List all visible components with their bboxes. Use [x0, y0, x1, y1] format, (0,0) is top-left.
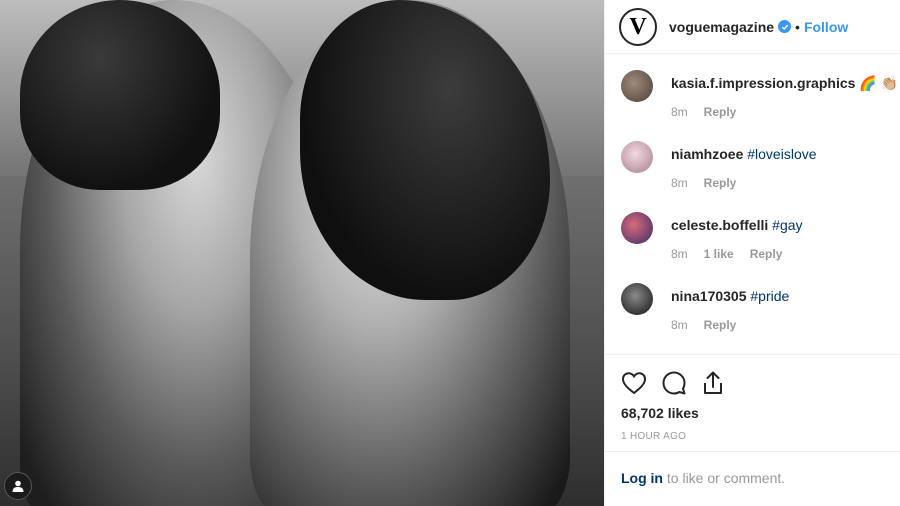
comment-text: 🌈 👏🏼 — [855, 75, 899, 91]
photo-hair-left — [20, 0, 220, 190]
comment-avatar[interactable] — [621, 70, 653, 102]
comment-time[interactable]: 8m — [671, 176, 688, 190]
like-count[interactable]: 68,702 likes — [621, 405, 884, 421]
comment-username[interactable]: nina170305 — [671, 288, 747, 304]
comments-fade — [605, 340, 900, 354]
comments-list[interactable]: kasia.f.impression.graphics 🌈 👏🏼 8m Repl… — [605, 54, 900, 354]
login-prompt-text: to like or comment. — [663, 470, 786, 486]
comment-reply-button[interactable]: Reply — [750, 247, 783, 261]
comment-username[interactable]: celeste.boffelli — [671, 217, 768, 233]
comment-reply-button[interactable]: Reply — [704, 176, 737, 190]
comment-time[interactable]: 8m — [671, 318, 688, 332]
post-header: V voguemagazine • Follow — [605, 0, 900, 54]
login-prompt: Log in to like or comment. — [605, 451, 900, 486]
comment-hashtag[interactable]: #loveislove — [743, 146, 816, 162]
comment-hashtag[interactable]: #pride — [747, 288, 789, 304]
comment-item: kasia.f.impression.graphics 🌈 👏🏼 8m Repl… — [605, 66, 900, 137]
comment-icon[interactable] — [661, 370, 687, 396]
post-actions: 68,702 likes 1 HOUR AGO Log in to like o… — [605, 354, 900, 506]
post-photo[interactable] — [0, 0, 604, 506]
comment-item: celeste.boffelli #gay 8m 1 like Reply — [605, 208, 900, 279]
post-side-panel: V voguemagazine • Follow kasia.f.impress… — [604, 0, 900, 506]
comment-time[interactable]: 8m — [671, 105, 688, 119]
comment-avatar[interactable] — [621, 212, 653, 244]
comment-avatar[interactable] — [621, 141, 653, 173]
comment-item: niamhzoee #loveislove 8m Reply — [605, 137, 900, 208]
account-username[interactable]: voguemagazine — [669, 19, 774, 35]
header-separator: • — [795, 18, 800, 35]
share-icon[interactable] — [701, 370, 725, 396]
comment-reply-button[interactable]: Reply — [704, 318, 737, 332]
follow-button[interactable]: Follow — [804, 19, 848, 35]
comment-time[interactable]: 8m — [671, 247, 688, 261]
heart-icon[interactable] — [621, 371, 647, 395]
comment-avatar[interactable] — [621, 283, 653, 315]
verified-badge-icon — [778, 20, 792, 33]
comment-username[interactable]: kasia.f.impression.graphics — [671, 75, 855, 91]
comment-reply-button[interactable]: Reply — [704, 105, 737, 119]
account-avatar-letter: V — [629, 13, 647, 40]
comment-hashtag[interactable]: #gay — [768, 217, 802, 233]
comment-like-count[interactable]: 1 like — [704, 247, 734, 261]
user-tag-icon[interactable] — [4, 472, 32, 500]
post-timestamp[interactable]: 1 HOUR AGO — [621, 431, 884, 442]
account-avatar[interactable]: V — [619, 7, 657, 46]
comment-username[interactable]: niamhzoee — [671, 146, 743, 162]
login-link[interactable]: Log in — [621, 470, 663, 486]
action-icons — [621, 369, 884, 397]
